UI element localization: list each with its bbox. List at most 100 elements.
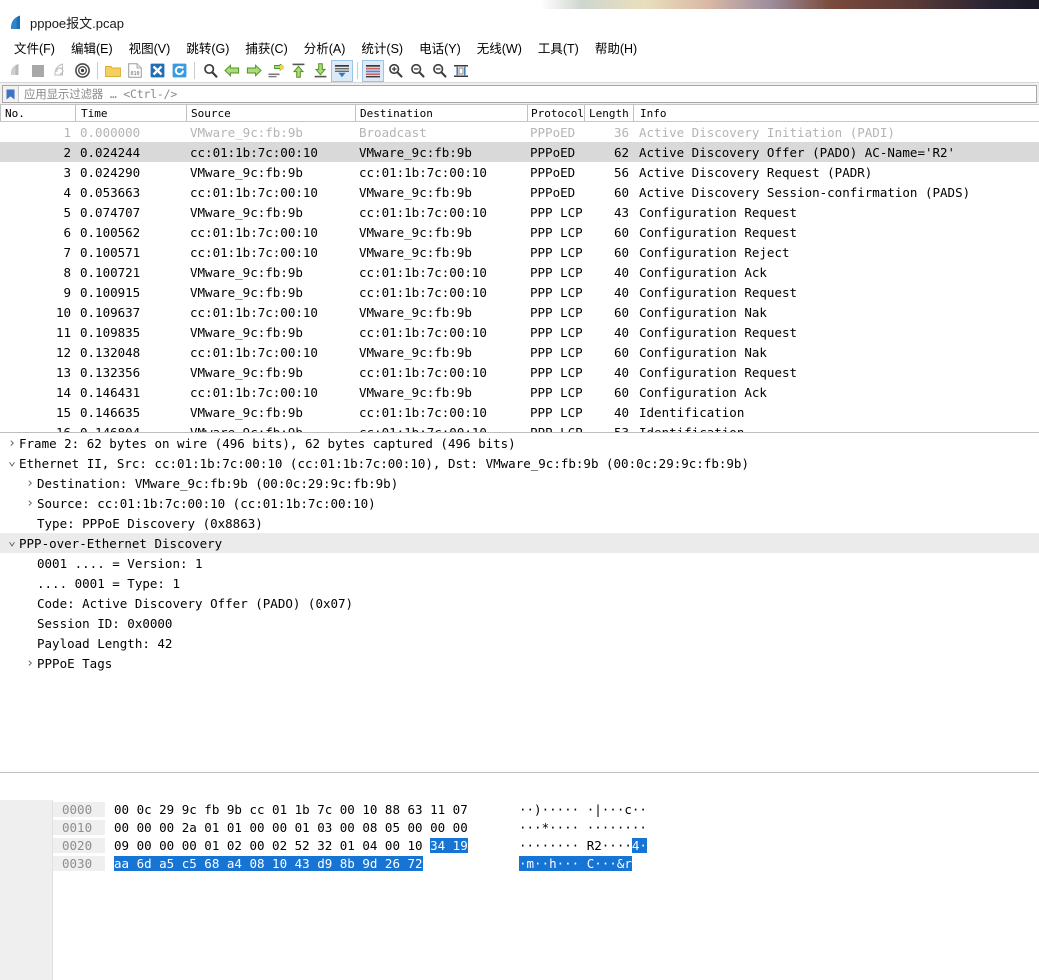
- zoom-reset-icon[interactable]: [428, 60, 450, 82]
- menu-item-tools[interactable]: 工具(T): [530, 36, 587, 59]
- display-filter-input[interactable]: 应用显示过滤器 … <Ctrl-/>: [2, 85, 1037, 103]
- menu-item-view[interactable]: 视图(V): [121, 36, 179, 59]
- packet-list-row[interactable]: 13 0.132356 VMware_9c:fb:9b cc:01:1b:7c:00:…: [0, 362, 1039, 382]
- save-file-icon[interactable]: 010: [124, 60, 146, 82]
- packet-protocol: PPPoED: [530, 184, 576, 200]
- packet-bytes-pane[interactable]: 0000 00 0c 29 9c fb 9b cc 01 1b 7c 00 10 …: [0, 800, 1039, 980]
- close-file-icon[interactable]: [146, 60, 168, 82]
- display-filter-placeholder: 应用显示过滤器 … <Ctrl-/>: [24, 87, 178, 101]
- chevron-down-icon[interactable]: ⌄: [5, 455, 19, 468]
- packet-detail-row[interactable]: ⌄ PPP-over-Ethernet Discovery: [0, 533, 1039, 553]
- packet-list-row[interactable]: 10 0.109637 cc:01:1b:7c:00:10 VMware_9c:fb:…: [0, 302, 1039, 322]
- packet-length: 60: [613, 184, 629, 200]
- packet-destination: cc:01:1b:7c:00:10: [359, 324, 487, 340]
- packet-list-row[interactable]: 1 0.000000 VMware_9c:fb:9b Broadcast PPPoED 3…: [0, 122, 1039, 142]
- packet-list-row[interactable]: 16 0.146804 VMware_9c:fb:9b cc:01:1b:7c:00:…: [0, 422, 1039, 433]
- packet-list-row[interactable]: 6 0.100562 cc:01:1b:7c:00:10 VMware_9c:fb:9…: [0, 222, 1039, 242]
- find-packet-icon[interactable]: [199, 60, 221, 82]
- packet-list-pane[interactable]: No. Time Source Destination Protocol Len…: [0, 105, 1039, 433]
- go-forward-icon[interactable]: [243, 60, 265, 82]
- menu-item-statistics[interactable]: 统计(S): [353, 36, 411, 59]
- packet-list-row[interactable]: 3 0.024290 VMware_9c:fb:9b cc:01:1b:7c:00:1…: [0, 162, 1039, 182]
- packet-list-row[interactable]: 4 0.053663 cc:01:1b:7c:00:10 VMware_9c:fb:9…: [0, 182, 1039, 202]
- packet-list-row[interactable]: 14 0.146431 cc:01:1b:7c:00:10 VMware_9c:fb:…: [0, 382, 1039, 402]
- packet-detail-row[interactable]: Payload Length: 42: [0, 633, 1039, 653]
- packet-detail-row[interactable]: Code: Active Discovery Offer (PADO) (0x0…: [0, 593, 1039, 613]
- packet-info: Configuration Reject: [639, 244, 790, 260]
- packet-detail-row[interactable]: › Destination: VMware_9c:fb:9b (00:0c:29:…: [0, 473, 1039, 493]
- zoom-out-icon[interactable]: [406, 60, 428, 82]
- packet-protocol: PPP LCP: [530, 204, 583, 220]
- packet-list-row[interactable]: 2 0.024244 cc:01:1b:7c:00:10 VMware_9c:fb:9…: [0, 142, 1039, 162]
- column-header-time[interactable]: Time: [75, 105, 186, 121]
- chevron-right-icon[interactable]: ›: [23, 497, 37, 510]
- packet-list-row[interactable]: 5 0.074707 VMware_9c:fb:9b cc:01:1b:7c:00:1…: [0, 202, 1039, 222]
- packet-detail-row[interactable]: Type: PPPoE Discovery (0x8863): [0, 513, 1039, 533]
- chevron-right-icon[interactable]: ›: [23, 657, 37, 670]
- packet-detail-row[interactable]: ⌄ Ethernet II, Src: cc:01:1b:7c:00:10 (cc…: [0, 453, 1039, 473]
- hex-dump-row[interactable]: 0020 09 00 00 00 01 02 00 02 52 32 01 04 …: [53, 836, 1039, 854]
- menu-item-help[interactable]: 帮助(H): [587, 36, 645, 59]
- packet-details-pane[interactable]: › Frame 2: 62 bytes on wire (496 bits), 6…: [0, 433, 1039, 773]
- colorize-packets-icon[interactable]: [362, 59, 384, 82]
- column-header-info[interactable]: Info: [633, 105, 1039, 121]
- packet-detail-row[interactable]: 0001 .... = Version: 1: [0, 553, 1039, 573]
- packet-list-row[interactable]: 7 0.100571 cc:01:1b:7c:00:10 VMware_9c:fb:9…: [0, 242, 1039, 262]
- menu-item-capture[interactable]: 捕获(C): [237, 36, 295, 59]
- packet-length: 40: [613, 324, 629, 340]
- packet-protocol: PPP LCP: [530, 384, 583, 400]
- capture-options-icon[interactable]: [71, 60, 93, 82]
- column-header-length[interactable]: Length: [584, 105, 633, 121]
- go-last-packet-icon[interactable]: [309, 60, 331, 82]
- hex-dump-row[interactable]: 0010 00 00 00 2a 01 01 00 00 01 03 00 08 …: [53, 818, 1039, 836]
- go-back-icon[interactable]: [221, 60, 243, 82]
- chevron-right-icon[interactable]: ›: [23, 477, 37, 490]
- packet-detail-row[interactable]: › PPPoE Tags: [0, 653, 1039, 673]
- hex-ascii-plain: ···*···· ········: [519, 819, 647, 835]
- stop-capture-icon[interactable]: [27, 60, 49, 82]
- packet-protocol: PPP LCP: [530, 264, 583, 280]
- hex-dump-row[interactable]: 0030 aa 6d a5 c5 68 a4 08 10 43 d9 8b 9d …: [53, 854, 1039, 872]
- column-header-no[interactable]: No.: [0, 105, 75, 121]
- menu-item-wireless[interactable]: 无线(W): [469, 36, 530, 59]
- menu-item-telephony[interactable]: 电话(Y): [411, 36, 469, 59]
- packet-detail-row[interactable]: Session ID: 0x0000: [0, 613, 1039, 633]
- packet-detail-label: Session ID: 0x0000: [37, 615, 173, 631]
- open-file-icon[interactable]: [102, 60, 124, 82]
- go-first-packet-icon[interactable]: [287, 60, 309, 82]
- hex-dump-row[interactable]: 0000 00 0c 29 9c fb 9b cc 01 1b 7c 00 10 …: [53, 800, 1039, 818]
- restart-capture-icon[interactable]: [49, 60, 71, 82]
- packet-detail-row[interactable]: › Frame 2: 62 bytes on wire (496 bits), 6…: [0, 433, 1039, 453]
- zoom-in-icon[interactable]: [384, 60, 406, 82]
- resize-columns-icon[interactable]: [450, 60, 472, 82]
- packet-protocol: PPP LCP: [530, 284, 583, 300]
- packet-detail-row[interactable]: .... 0001 = Type: 1: [0, 573, 1039, 593]
- packet-length: 40: [613, 364, 629, 380]
- menu-item-go[interactable]: 跳转(G): [178, 36, 237, 59]
- column-header-source[interactable]: Source: [186, 105, 355, 121]
- column-header-destination[interactable]: Destination: [355, 105, 527, 121]
- column-header-protocol[interactable]: Protocol: [527, 105, 584, 121]
- auto-scroll-icon[interactable]: [331, 59, 353, 82]
- packet-length: 60: [613, 344, 629, 360]
- menu-item-file[interactable]: 文件(F): [6, 36, 63, 59]
- packet-list-row[interactable]: 8 0.100721 VMware_9c:fb:9b cc:01:1b:7c:00:1…: [0, 262, 1039, 282]
- packet-detail-row[interactable]: › Source: cc:01:1b:7c:00:10 (cc:01:1b:7c:…: [0, 493, 1039, 513]
- packet-list-row[interactable]: 15 0.146635 VMware_9c:fb:9b cc:01:1b:7c:00:…: [0, 402, 1039, 422]
- packet-length: 40: [613, 284, 629, 300]
- packet-length: 60: [613, 304, 629, 320]
- packet-list-row[interactable]: 11 0.109835 VMware_9c:fb:9b cc:01:1b:7c:00:…: [0, 322, 1039, 342]
- packet-list-row[interactable]: 9 0.100915 VMware_9c:fb:9b cc:01:1b:7c:00:1…: [0, 282, 1039, 302]
- packet-length: 60: [613, 384, 629, 400]
- menu-item-edit[interactable]: 编辑(E): [63, 36, 121, 59]
- chevron-down-icon[interactable]: ⌄: [5, 535, 19, 548]
- menu-item-analyze[interactable]: 分析(A): [296, 36, 354, 59]
- packet-destination: cc:01:1b:7c:00:10: [359, 164, 487, 180]
- reload-file-icon[interactable]: [168, 60, 190, 82]
- bookmark-icon[interactable]: [3, 86, 19, 102]
- go-to-packet-icon[interactable]: [265, 60, 287, 82]
- packet-list-row[interactable]: 12 0.132048 cc:01:1b:7c:00:10 VMware_9c:fb:…: [0, 342, 1039, 362]
- chevron-right-icon[interactable]: ›: [5, 437, 19, 450]
- packet-info: Configuration Request: [639, 224, 798, 240]
- start-capture-icon[interactable]: [5, 60, 27, 82]
